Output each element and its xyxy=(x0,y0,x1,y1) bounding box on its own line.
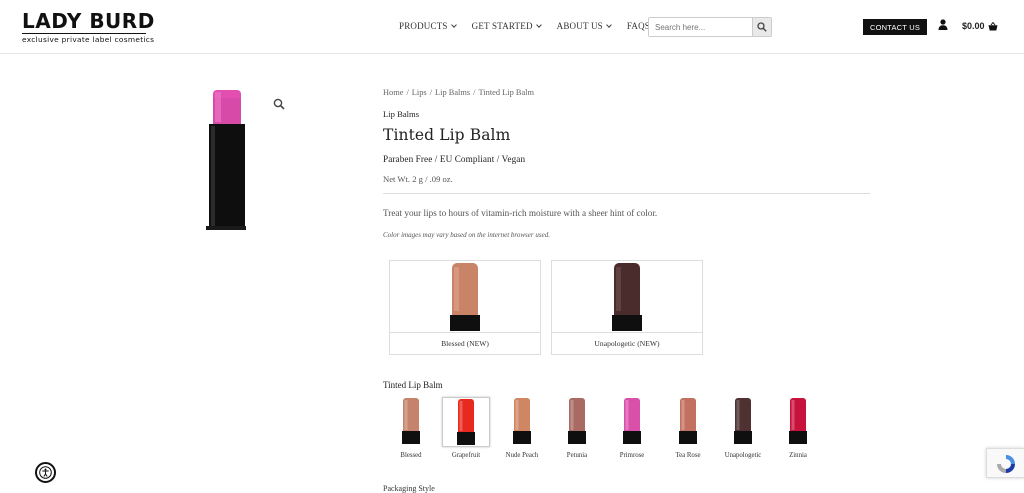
product-net-weight: Net Wt. 2 g / .09 oz. xyxy=(383,174,453,184)
breadcrumb-separator: / xyxy=(429,88,433,97)
swatch-grapefruit[interactable] xyxy=(442,397,490,447)
nav-products[interactable]: PRODUCTS xyxy=(399,21,457,31)
search-box xyxy=(648,17,772,37)
featured-variant-image xyxy=(612,263,642,331)
featured-variant-image xyxy=(450,263,480,331)
chevron-down-icon xyxy=(450,21,457,28)
accessibility-icon xyxy=(39,466,52,479)
product-main-image[interactable] xyxy=(205,88,247,232)
logo-divider xyxy=(22,33,146,34)
lipstick-swatch-icon xyxy=(623,398,641,444)
lipstick-swatch-icon xyxy=(734,398,752,444)
breadcrumb: Home / Lips / Lip Balms / Tinted Lip Balm xyxy=(383,88,870,97)
swatch-petunia[interactable] xyxy=(553,397,601,447)
product-features: Paraben Free / EU Compliant / Vegan xyxy=(383,154,526,164)
chevron-down-icon xyxy=(535,21,542,28)
breadcrumb-lip-balms[interactable]: Lip Balms xyxy=(435,88,470,97)
cart-basket-icon xyxy=(988,21,998,30)
chevron-down-icon xyxy=(606,21,612,28)
search-button[interactable] xyxy=(752,18,771,36)
featured-variant-label: Blessed (NEW) xyxy=(390,332,540,354)
breadcrumb-lips[interactable]: Lips xyxy=(412,88,427,97)
lipstick-swatch-icon xyxy=(513,398,531,444)
product-description: Treat your lips to hours of vitamin-rich… xyxy=(383,208,658,218)
recaptcha-badge xyxy=(986,448,1024,478)
zoom-magnify-icon[interactable] xyxy=(273,98,285,110)
product-category[interactable]: Lip Balms xyxy=(383,109,870,119)
swatch-nude-peach[interactable] xyxy=(498,397,546,447)
site-header: LADY BURD exclusive private label cosmet… xyxy=(0,0,1024,54)
swatch-unapologetic[interactable] xyxy=(719,397,767,447)
lipstick-swatch-icon xyxy=(402,398,420,444)
brand-logo[interactable]: LADY BURD exclusive private label cosmet… xyxy=(22,9,155,44)
breadcrumb-home[interactable]: Home xyxy=(383,88,403,97)
breadcrumb-separator: / xyxy=(406,88,409,97)
swatch-tea-rose[interactable] xyxy=(664,397,712,447)
packaging-style-heading: Packaging Style xyxy=(383,484,435,493)
swatch-label: Zinnia xyxy=(789,452,807,459)
accessibility-button[interactable] xyxy=(35,462,56,483)
featured-variant-blessed[interactable]: Blessed (NEW) xyxy=(389,260,541,355)
product-title: Tinted Lip Balm xyxy=(383,126,511,144)
nav-about-us-label: ABOUT US xyxy=(556,21,603,31)
divider xyxy=(383,193,870,194)
user-account-icon[interactable] xyxy=(938,19,948,30)
recaptcha-icon xyxy=(997,455,1015,473)
cart-total: $0.00 xyxy=(962,21,985,31)
swatch-primrose[interactable] xyxy=(608,397,656,447)
nav-products-label: PRODUCTS xyxy=(399,21,448,31)
breadcrumb-current: Tinted Lip Balm xyxy=(478,88,535,97)
brand-name: LADY BURD xyxy=(22,9,155,33)
lipstick-swatch-icon xyxy=(568,398,586,444)
featured-variant-unapologetic[interactable]: Unapologetic (NEW) xyxy=(551,260,703,355)
lipstick-swatch-icon xyxy=(679,398,697,444)
nav-get-started-label: GET STARTED xyxy=(471,21,533,31)
swatch-zinnia[interactable] xyxy=(774,397,822,447)
breadcrumb-separator: / xyxy=(473,88,476,97)
featured-variant-label: Unapologetic (NEW) xyxy=(552,332,702,354)
brand-tagline: exclusive private label cosmetics xyxy=(22,35,155,44)
swatch-section-label: Tinted Lip Balm xyxy=(383,380,443,390)
nav-about-us[interactable]: ABOUT US xyxy=(556,21,612,31)
nav-faqs-label: FAQS xyxy=(626,21,651,31)
main-nav: PRODUCTS GET STARTED ABOUT US FAQS xyxy=(399,21,650,31)
nav-faqs[interactable]: FAQS xyxy=(627,21,650,31)
color-disclaimer: Color images may vary based on the inter… xyxy=(383,231,550,239)
swatch-blessed[interactable] xyxy=(387,397,435,447)
lipstick-swatch-icon xyxy=(789,398,807,444)
contact-us-button[interactable]: CONTACT US xyxy=(863,19,927,35)
search-icon xyxy=(757,22,767,32)
nav-get-started[interactable]: GET STARTED xyxy=(471,21,542,31)
cart-link[interactable]: $0.00 xyxy=(962,21,998,31)
lipstick-swatch-icon xyxy=(457,399,475,445)
product-info: Home / Lips / Lip Balms / Tinted Lip Balm Lip … xyxy=(383,88,870,239)
search-input[interactable] xyxy=(649,18,752,36)
